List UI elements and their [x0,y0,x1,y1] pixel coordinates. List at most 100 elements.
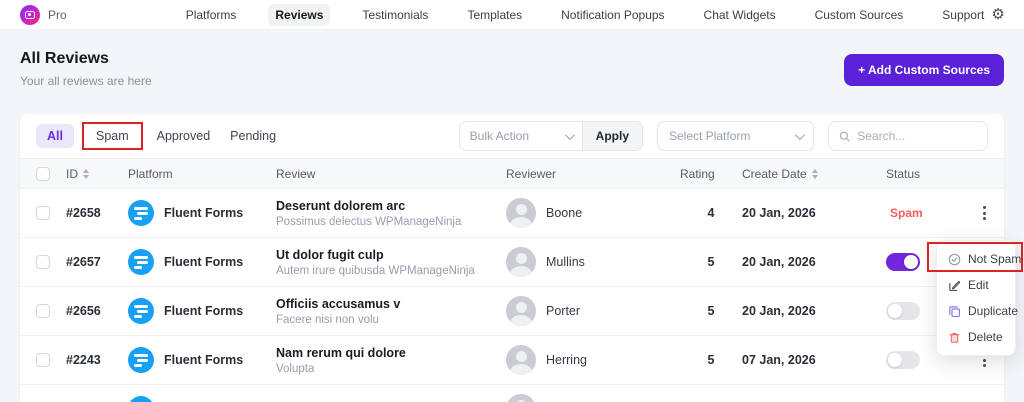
platform-name: Fluent Forms [164,353,244,367]
edit-pencil-icon [949,280,961,291]
table-row: #2243 Fluent Forms Nam rerum qui dolore … [20,336,1004,385]
avatar [506,345,536,375]
review-title: Nam rerum qui dolore [276,345,406,360]
row-checkbox[interactable] [36,206,50,220]
fluent-forms-icon [128,396,154,402]
review-id: #2658 [66,206,101,220]
rating-value: 4 [707,206,715,220]
tab-pending[interactable]: Pending [224,124,282,148]
menu-item-label: Delete [968,330,1003,344]
table-row: #2657 Fluent Forms Ut dolor fugit culp A… [20,238,1004,287]
avatar [506,296,536,326]
table-header: ID Platform Review Reviewer Rating Creat… [20,158,1004,189]
nav-item-notification-popups[interactable]: Notification Popups [554,4,671,26]
platform-name: Fluent Forms [164,304,244,318]
page-subtitle: Your all reviews are here [20,74,152,88]
fluent-forms-icon [128,200,154,226]
tab-spam[interactable]: Spam [94,127,131,145]
create-date: 07 Jan, 2026 [742,353,816,367]
platform-name: Fluent Forms [164,206,244,220]
table-row: Aut rerum natus offi [20,385,1004,402]
review-title: Deserunt dolorem arc [276,198,406,213]
page-title: All Reviews [20,50,109,67]
add-custom-sources-button[interactable]: + Add Custom Sources [844,54,1004,86]
bulk-action-label: Bulk Action [469,129,530,143]
col-header-platform: Platform [128,166,173,181]
rating-value: 5 [707,304,715,318]
avatar [506,394,536,402]
table-row: #2656 Fluent Forms Officiis accusamus v … [20,287,1004,336]
sort-icon[interactable] [811,168,818,179]
main-nav: Platforms Reviews Testimonials Templates… [179,3,992,26]
delete-trash-icon [949,332,960,343]
apply-button[interactable]: Apply [581,122,642,150]
settings-gear-icon[interactable]: ⚙ [991,7,1004,22]
menu-item-label: Not Spam [968,252,1022,266]
nav-item-custom-sources[interactable]: Custom Sources [808,4,911,26]
create-date: 20 Jan, 2026 [742,255,816,269]
search-input[interactable] [857,129,977,143]
create-date: 20 Jan, 2026 [742,206,816,220]
status-toggle-off[interactable] [886,302,920,320]
review-id: #2656 [66,304,101,318]
nav-item-testimonials[interactable]: Testimonials [355,4,435,26]
platform-filter-select[interactable]: Select Platform [657,121,814,151]
nav-item-reviews[interactable]: Reviews [268,3,331,26]
menu-item-duplicate[interactable]: Duplicate [937,298,1019,324]
fluent-forms-icon [128,249,154,275]
tab-approved[interactable]: Approved [151,124,217,148]
row-checkbox[interactable] [36,304,50,318]
reviewer-name: Herring [546,353,587,367]
row-checkbox[interactable] [36,353,50,367]
kebab-menu-icon[interactable] [980,203,989,223]
col-header-id[interactable]: ID [66,167,128,181]
duplicate-copy-icon [949,305,961,317]
row-context-menu: Not Spam Edit Duplicate Delete [936,240,1021,356]
table-row: #2658 Fluent Forms Deserunt dolorem arc … [20,189,1004,238]
app-logo-icon [20,4,40,25]
fluent-forms-icon [128,298,154,324]
menu-item-label: Edit [968,278,989,292]
menu-item-label: Duplicate [968,304,1019,318]
review-excerpt: Autem irure quibusda WPManageNinja [276,264,475,277]
col-header-review: Review [276,166,316,181]
menu-item-not-spam[interactable]: Not Spam [937,246,1021,272]
chevron-down-icon [794,129,805,140]
menu-item-delete[interactable]: Delete [937,324,1015,350]
reviewer-name: Mullins [546,255,585,269]
review-title: Ut dolor fugit culp [276,247,384,262]
rating-value: 5 [707,255,715,269]
nav-item-chat-widgets[interactable]: Chat Widgets [697,4,783,26]
sort-icon[interactable] [83,168,89,179]
nav-item-templates[interactable]: Templates [460,4,529,26]
status-toggle-on[interactable] [886,253,920,271]
row-checkbox[interactable] [36,255,50,269]
reviewer-name: Porter [546,304,581,318]
nav-item-support[interactable]: Support [935,4,991,26]
review-excerpt: Volupta [276,362,315,375]
rating-value: 5 [707,353,715,367]
review-excerpt: Possimus delectus WPManageNinja [276,215,462,228]
annotation-box-spam-tab: Spam [81,122,143,150]
bulk-action-select[interactable]: Bulk Action [460,122,582,150]
col-header-status: Status [886,166,921,181]
reviews-card: All Spam Approved Pending Bulk Action Ap… [20,114,1004,402]
search-box[interactable] [828,121,988,151]
check-circle-icon [948,253,961,265]
platform-filter-label: Select Platform [669,129,751,143]
review-title: Officiis accusamus v [276,296,401,311]
create-date: 20 Jan, 2026 [742,304,816,318]
nav-item-platforms[interactable]: Platforms [179,4,244,26]
col-header-create-date[interactable]: Create Date [742,167,886,181]
col-header-reviewer: Reviewer [506,166,557,181]
chevron-down-icon [564,129,575,140]
review-id: #2243 [66,353,101,367]
menu-item-edit[interactable]: Edit [937,272,1015,298]
select-all-checkbox[interactable] [36,166,50,181]
status-spam-label: Spam [890,206,923,220]
status-toggle-off[interactable] [886,351,920,369]
tab-all[interactable]: All [36,124,74,148]
pro-badge: Pro [48,7,67,22]
platform-name: Fluent Forms [164,255,244,269]
review-excerpt: Facere nisi non volu [276,313,379,326]
